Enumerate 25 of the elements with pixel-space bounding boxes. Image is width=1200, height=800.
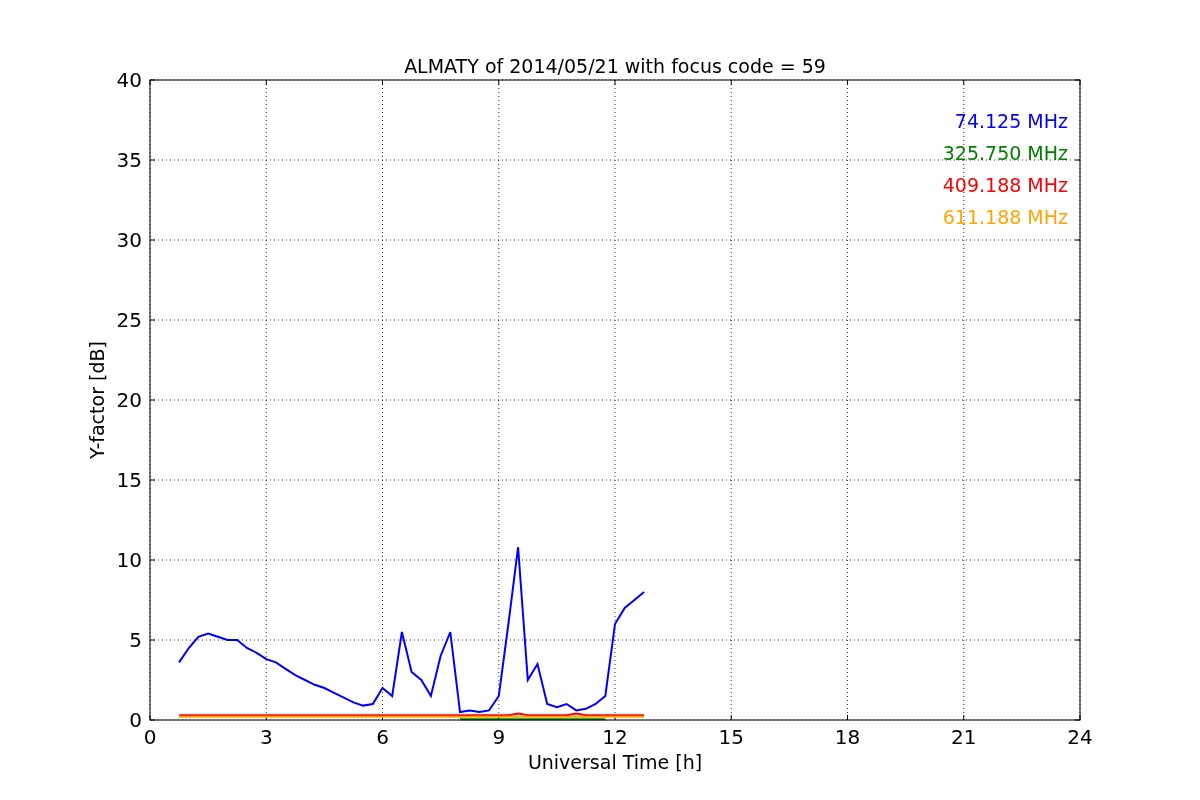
tick-label: 40 xyxy=(116,68,142,92)
legend-entry: 409.188 MHz xyxy=(942,174,1068,196)
legend-entry: 325.750 MHz xyxy=(942,142,1068,164)
tick-label: 18 xyxy=(834,725,861,749)
tick-label: 35 xyxy=(116,148,142,172)
tick-label: 21 xyxy=(951,725,977,749)
tick-label: 0 xyxy=(129,708,142,732)
tick-label: 24 xyxy=(1067,725,1093,749)
tick-label: 25 xyxy=(116,308,142,332)
tick-label: 9 xyxy=(492,725,506,749)
tick-label: 6 xyxy=(376,725,389,749)
tick-label: 10 xyxy=(116,548,142,572)
tick-label: 3 xyxy=(259,725,273,749)
tick-label: 12 xyxy=(602,725,628,749)
legend-entry: 74.125 MHz xyxy=(954,110,1068,132)
tick-label: 0 xyxy=(143,725,157,749)
tick-label: 5 xyxy=(129,628,142,652)
tick-label: 15 xyxy=(116,468,142,492)
tick-label: 30 xyxy=(116,228,142,252)
tick-label: 15 xyxy=(718,725,744,749)
legend-entry: 611.188 MHz xyxy=(942,206,1068,228)
tick-label: 20 xyxy=(116,388,142,412)
axis-label: Y-factor [dB] xyxy=(86,341,108,459)
axis-label: Universal Time [h] xyxy=(527,751,703,773)
chart-title: ALMATY of 2014/05/21 with focus code = 59 xyxy=(404,55,826,77)
